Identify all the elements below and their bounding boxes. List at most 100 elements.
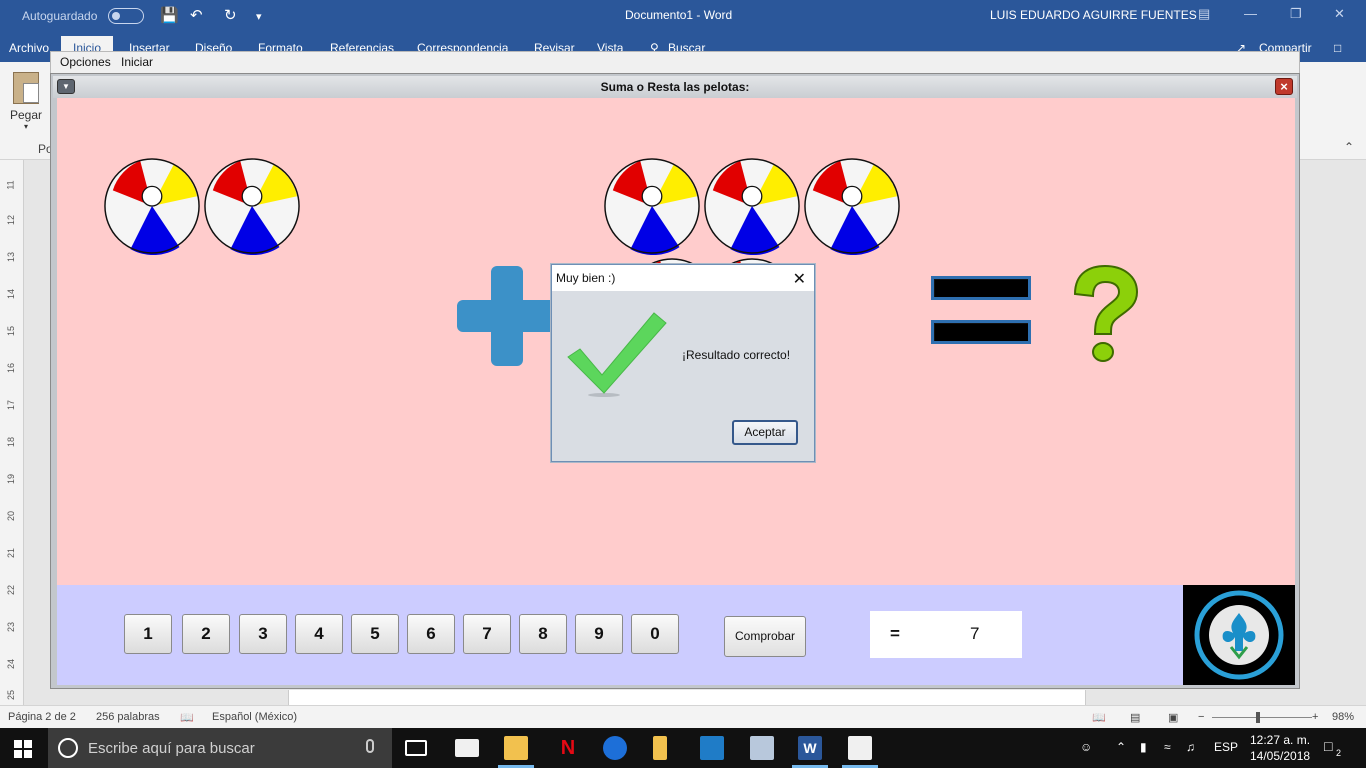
ruler-number: 14 <box>6 288 17 300</box>
redo-icon[interactable]: ↻ <box>224 6 237 24</box>
beach-ball <box>604 158 700 255</box>
word-title-bar: Autoguardado 💾 ↶ ↻ ▾ Documento1 - Word L… <box>0 0 1366 34</box>
windows-start-icon[interactable] <box>14 740 32 758</box>
keypad-button-3[interactable]: 3 <box>239 614 287 654</box>
equals-sign-bottom-bar <box>931 320 1031 344</box>
cortana-icon <box>58 738 78 758</box>
comments-icon[interactable]: □ <box>1334 41 1341 55</box>
menu-iniciar[interactable]: Iniciar <box>121 55 153 69</box>
mail-icon[interactable] <box>455 739 479 757</box>
user-name[interactable]: LUIS EDUARDO AGUIRRE FUENTES <box>990 8 1197 22</box>
ruler-number: 15 <box>6 325 17 337</box>
beach-ball <box>804 158 900 255</box>
language-status[interactable]: Español (México) <box>212 711 297 723</box>
close-icon[interactable]: ✕ <box>793 269 806 289</box>
clock-time: 12:27 a. m. <box>1250 733 1311 747</box>
zoom-in-icon[interactable]: + <box>1312 711 1318 723</box>
keypad-button-9[interactable]: 9 <box>575 614 623 654</box>
ruler-number: 18 <box>6 436 17 448</box>
minimize-icon[interactable]: — <box>1244 6 1257 21</box>
zoom-slider[interactable] <box>1212 717 1312 718</box>
zoom-level[interactable]: 98% <box>1332 711 1354 723</box>
vertical-ruler: 11 12 13 14 15 16 17 18 19 20 21 22 23 2… <box>0 160 24 705</box>
document-title: Documento1 - Word <box>625 8 733 22</box>
word-count[interactable]: 256 palabras <box>96 711 160 723</box>
logo-panel <box>1183 585 1295 685</box>
chevron-down-icon: ▾ <box>23 122 28 131</box>
keypad-button-4[interactable]: 4 <box>295 614 343 654</box>
folder-icon[interactable] <box>653 736 667 760</box>
system-clock[interactable]: 12:27 a. m. 14/05/2018 <box>1250 732 1310 764</box>
beach-ball <box>204 158 300 255</box>
customize-toolbar-icon[interactable]: ▾ <box>256 10 262 23</box>
keypad-button-8[interactable]: 8 <box>519 614 567 654</box>
keypad-button-1[interactable]: 1 <box>124 614 172 654</box>
ok-button[interactable]: Aceptar <box>732 420 798 445</box>
vscode-icon[interactable] <box>700 736 724 760</box>
close-icon[interactable]: ✕ <box>1334 6 1345 22</box>
ruler-number: 12 <box>6 214 17 226</box>
keypad-button-5[interactable]: 5 <box>351 614 399 654</box>
tab-archivo[interactable]: Archivo <box>9 41 49 55</box>
menu-opciones[interactable]: Opciones <box>60 55 111 69</box>
virtualbox-icon[interactable] <box>750 736 774 760</box>
zoom-out-icon[interactable]: − <box>1198 711 1204 723</box>
dialog-message: ¡Resultado correcto! <box>682 348 791 362</box>
paste-label: Pegar <box>9 108 43 122</box>
battery-icon[interactable]: ▮ <box>1140 740 1147 754</box>
chevron-up-icon[interactable]: ⌃ <box>1116 740 1126 754</box>
keypad-button-6[interactable]: 6 <box>407 614 455 654</box>
web-layout-icon[interactable]: ▣ <box>1168 711 1178 724</box>
input-language[interactable]: ESP <box>1214 740 1238 754</box>
ruler-number: 22 <box>6 584 17 596</box>
file-explorer-icon[interactable] <box>504 736 528 760</box>
taskbar-search-box[interactable]: Escribe aquí para buscar <box>48 728 392 768</box>
result-display: = 7 <box>870 611 1022 658</box>
keypad-button-0[interactable]: 0 <box>631 614 679 654</box>
microphone-icon[interactable] <box>366 739 374 753</box>
notification-count: 2 <box>1336 748 1342 758</box>
autosave-label: Autoguardado <box>22 9 98 23</box>
autosave-toggle[interactable] <box>108 8 144 24</box>
app-menu-bar: Opciones Iniciar <box>50 51 1300 73</box>
result-value: 7 <box>970 624 980 643</box>
save-icon[interactable]: 💾 <box>160 6 179 24</box>
ruler-number: 24 <box>6 658 17 670</box>
taskbar: Escribe aquí para buscar N W ☺ ⌃ ▮ ≈ ♫ E… <box>0 728 1366 768</box>
read-mode-icon[interactable]: 📖 <box>1092 711 1106 724</box>
search-placeholder: Escribe aquí para buscar <box>88 740 255 757</box>
ruler-number: 25 <box>6 689 17 701</box>
ruler-number: 17 <box>6 399 17 411</box>
netflix-icon[interactable]: N <box>556 736 580 760</box>
university-logo <box>1194 590 1284 680</box>
task-view-icon[interactable] <box>405 740 427 756</box>
action-center-icon[interactable]: □ <box>1324 738 1332 754</box>
check-button[interactable]: Comprobar <box>724 616 806 657</box>
zoom-slider-thumb[interactable] <box>1256 712 1260 723</box>
restore-icon[interactable]: ❐ <box>1290 6 1302 22</box>
undo-icon[interactable]: ↶ <box>190 6 203 24</box>
proofing-icon[interactable]: 📖 <box>180 711 194 724</box>
print-layout-icon[interactable]: ▤ <box>1130 711 1140 724</box>
java-icon[interactable] <box>848 736 872 760</box>
ruler-number: 11 <box>5 180 16 190</box>
ruler-number: 21 <box>6 547 17 559</box>
people-icon[interactable]: ☺ <box>1080 740 1092 754</box>
checkmark-icon <box>567 312 667 397</box>
ruler-number: 13 <box>6 251 17 263</box>
page-count[interactable]: Página 2 de 2 <box>8 711 76 723</box>
keypad-panel: 1 2 3 4 5 6 7 8 9 0 Comprobar = 7 <box>57 585 1183 685</box>
keypad-button-7[interactable]: 7 <box>463 614 511 654</box>
firefox-icon[interactable] <box>603 736 627 760</box>
keypad-button-2[interactable]: 2 <box>182 614 230 654</box>
ruler-number: 20 <box>6 510 17 522</box>
paste-button[interactable]: Pegar ▾ <box>6 72 46 131</box>
collapse-ribbon-icon[interactable]: ⌃ <box>1344 140 1354 154</box>
wifi-icon[interactable]: ≈ <box>1164 740 1171 754</box>
document-page[interactable] <box>288 690 1086 706</box>
ribbon-display-icon[interactable]: ▤ <box>1198 6 1210 22</box>
equals-sign-top-bar <box>931 276 1031 300</box>
app-close-button[interactable]: × <box>1275 78 1293 95</box>
word-icon[interactable]: W <box>798 736 822 760</box>
volume-icon[interactable]: ♫ <box>1186 740 1195 754</box>
